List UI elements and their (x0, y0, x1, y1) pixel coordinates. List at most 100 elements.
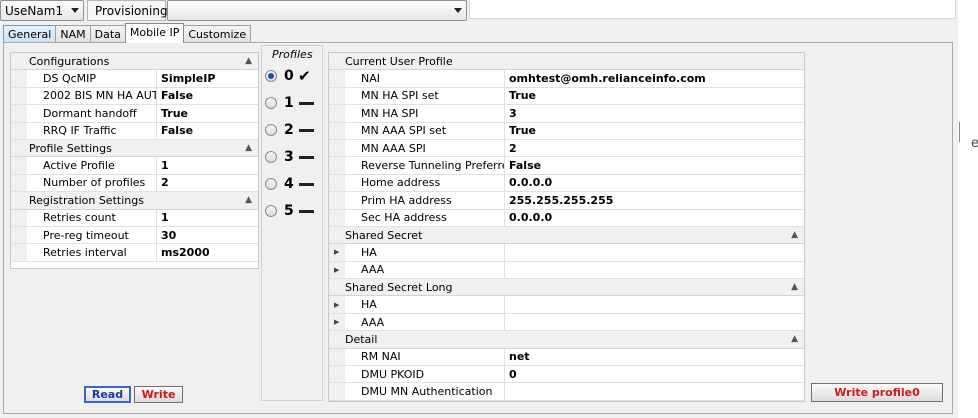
top-toolbar: UseNam1 Provisioning (0, 0, 978, 22)
category-profile-settings[interactable]: Profile Settings ▲ (11, 139, 258, 158)
property-row[interactable]: Retries count 1 (11, 209, 258, 227)
property-row[interactable]: MN HA SPI 3 (329, 105, 804, 123)
chevron-up-icon[interactable]: ▲ (245, 195, 252, 205)
chevron-up-icon[interactable]: ▲ (245, 143, 252, 153)
property-row[interactable]: ▶ AAA (329, 261, 804, 280)
property-row[interactable]: 2002 BIS MN HA AUTH False (11, 87, 258, 106)
chevron-up-icon[interactable]: ▲ (791, 334, 798, 344)
property-value[interactable]: 1 (157, 211, 169, 224)
property-row[interactable]: MN AAA SPI set True (329, 122, 804, 140)
property-row[interactable]: Dormant handoff True (11, 105, 258, 123)
profile-option-3[interactable]: 3 (265, 147, 314, 167)
property-row[interactable]: Pre-reg timeout 30 (11, 226, 258, 245)
property-row[interactable]: Sec HA address 0.0.0.0 (329, 209, 804, 227)
triangle-right-icon[interactable]: ▶ (334, 248, 339, 256)
profile-option-0[interactable]: 0 ✔ (265, 66, 311, 86)
property-value[interactable]: 3 (505, 107, 517, 120)
property-row[interactable]: DMU PKOID 0 (329, 366, 804, 384)
property-row[interactable]: Home address 0.0.0.0 (329, 174, 804, 193)
property-row[interactable]: NAI omhtest@omh.relianceinfo.com (329, 70, 804, 88)
user-combo-value: UseNam1 (5, 3, 64, 18)
chevron-up-icon[interactable]: ▲ (791, 282, 798, 292)
radio-button[interactable] (265, 124, 277, 136)
property-row[interactable]: RM NAI net (329, 348, 804, 367)
tab-customize[interactable]: Customize (183, 25, 252, 43)
triangle-right-icon[interactable]: ▶ (334, 318, 339, 326)
property-row[interactable]: ▶ HA (329, 244, 804, 262)
property-value[interactable]: False (505, 159, 541, 172)
category-shared-secret[interactable]: Shared Secret ▲ (329, 226, 804, 245)
write-button[interactable]: Write (134, 386, 183, 403)
category-shared-secret-long[interactable]: Shared Secret Long ▲ (329, 279, 804, 297)
radio-button[interactable] (265, 70, 277, 82)
property-row[interactable]: Reverse Tunneling Preferred False (329, 157, 804, 175)
write-profile-button[interactable]: Write profile0 (811, 383, 943, 402)
user-combo[interactable]: UseNam1 (0, 0, 84, 21)
property-value[interactable]: 0.0.0.0 (505, 211, 552, 224)
property-value[interactable]: True (505, 89, 536, 102)
property-value[interactable]: ms2000 (157, 246, 210, 259)
profile-option-2[interactable]: 2 (265, 120, 314, 140)
property-row[interactable]: RRQ IF Traffic False (11, 122, 258, 140)
property-row[interactable]: ▶ AAA (329, 313, 804, 332)
property-row[interactable]: DMU MN Authentication (329, 383, 804, 401)
property-row[interactable]: MN HA SPI set True (329, 87, 804, 106)
property-name: DMU MN Authentication (345, 383, 505, 400)
property-row[interactable]: Prim HA address 255.255.255.255 (329, 192, 804, 210)
property-row[interactable]: MN AAA SPI 2 (329, 139, 804, 158)
property-value[interactable]: False (157, 89, 193, 102)
profile-option-4[interactable]: 4 (265, 174, 314, 194)
property-value[interactable]: omhtest@omh.relianceinfo.com (505, 72, 706, 85)
property-row[interactable]: DS QcMIP SimpleIP (11, 70, 258, 88)
property-name: Reverse Tunneling Preferred (345, 157, 505, 174)
tab-nam[interactable]: NAM (55, 25, 91, 43)
property-row[interactable]: Number of profiles 2 (11, 174, 258, 193)
radio-button[interactable] (265, 205, 277, 217)
radio-button[interactable] (265, 97, 277, 109)
category-title: Shared Secret (345, 228, 423, 242)
read-button[interactable]: Read (84, 386, 131, 403)
profile-option-1[interactable]: 1 (265, 93, 314, 113)
combo-arrow-icon (71, 8, 79, 13)
property-value[interactable]: 1 (157, 159, 169, 172)
radio-button[interactable] (265, 178, 277, 190)
tab-strip: General NAM Data Mobile IP Customize (3, 23, 252, 43)
property-value[interactable]: 2 (505, 142, 517, 155)
profiles-title: Profiles (272, 48, 313, 61)
tab-data[interactable]: Data (89, 25, 126, 43)
property-value[interactable]: 2 (157, 176, 169, 189)
property-value[interactable]: True (157, 107, 188, 120)
property-value[interactable]: False (157, 124, 193, 137)
property-value[interactable]: True (505, 124, 536, 137)
category-current-user-profile[interactable]: Current User Profile (329, 53, 804, 71)
tab-label: Mobile IP (129, 26, 180, 39)
chevron-up-icon[interactable]: ▲ (245, 56, 252, 66)
tab-mobile-ip[interactable]: Mobile IP (124, 23, 185, 43)
category-registration-settings[interactable]: Registration Settings ▲ (11, 192, 258, 210)
radio-button[interactable] (265, 151, 277, 163)
property-value[interactable]: 255.255.255.255 (505, 194, 613, 207)
property-row[interactable]: Retries interval ms2000 (11, 244, 258, 262)
property-name: DS QcMIP (27, 70, 157, 87)
property-name: Number of profiles (27, 174, 157, 192)
property-row[interactable]: Active Profile 1 (11, 157, 258, 175)
triangle-right-icon[interactable]: ▶ (334, 301, 339, 309)
category-detail[interactable]: Detail ▲ (329, 331, 804, 349)
category-title: Shared Secret Long (345, 280, 453, 294)
property-row[interactable]: ▶ HA (329, 296, 804, 314)
property-value[interactable]: net (505, 350, 530, 363)
property-name: HA (345, 296, 505, 313)
property-value[interactable]: SimpleIP (157, 72, 215, 85)
property-name: NAI (345, 70, 505, 87)
property-name: RM NAI (345, 348, 505, 366)
tab-general[interactable]: General (3, 25, 57, 43)
chevron-up-icon[interactable]: ▲ (791, 230, 798, 240)
triangle-right-icon[interactable]: ▶ (334, 266, 339, 274)
property-name: MN AAA SPI (345, 139, 505, 157)
property-value[interactable]: 0 (505, 368, 517, 381)
property-value[interactable]: 0.0.0.0 (505, 176, 552, 189)
category-configurations[interactable]: Configurations ▲ (11, 53, 258, 71)
profile-option-5[interactable]: 5 (265, 201, 314, 221)
provisioning-combo[interactable] (167, 0, 467, 21)
property-value[interactable]: 30 (157, 229, 176, 242)
